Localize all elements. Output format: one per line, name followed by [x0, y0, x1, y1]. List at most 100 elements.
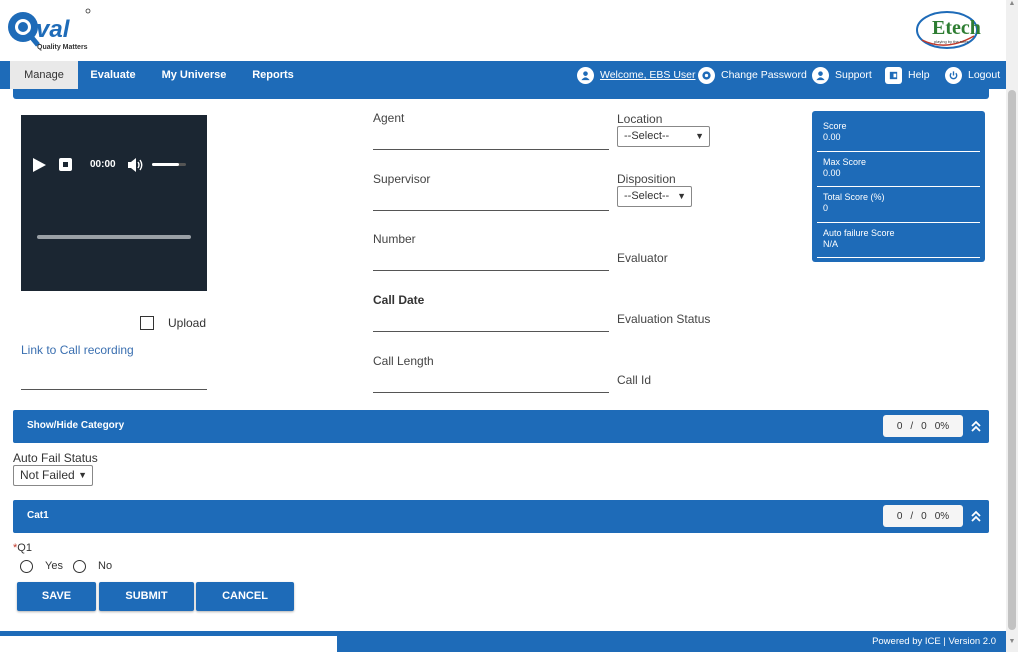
q1-yes-label: Yes — [45, 560, 63, 572]
welcome-text: Welcome, EBS User — [600, 69, 696, 81]
call-recording-link-input[interactable] — [21, 366, 207, 390]
upload-checkbox[interactable] — [140, 316, 154, 330]
change-password-text: Change Password — [721, 69, 807, 81]
auto-fail-status-label: Auto Fail Status — [13, 451, 98, 465]
show-hide-category-bar[interactable]: Show/Hide Category 0 / 0 0% — [13, 410, 989, 443]
etech-logo[interactable]: Etech playing by the rules — [916, 10, 982, 50]
location-select-value: --Select-- — [624, 130, 670, 142]
change-password-link[interactable]: Change Password — [698, 61, 807, 89]
auto-fail-status-select[interactable]: Not Failed ▼ — [13, 465, 93, 486]
progress-bar[interactable] — [37, 235, 191, 239]
supervisor-label: Supervisor — [373, 172, 431, 186]
auto-failure-label: Auto failure Score — [823, 227, 895, 238]
chevron-down-icon: ▼ — [695, 131, 704, 141]
collapse-chevron-icon[interactable] — [969, 418, 983, 434]
max-score-label: Max Score — [823, 156, 867, 167]
score-label: Score — [823, 121, 847, 131]
stop-icon — [63, 162, 68, 167]
cat1-pct: 0% — [934, 510, 950, 522]
qval-tagline: Quality Matters — [37, 44, 88, 51]
evaluation-status-label: Evaluation Status — [617, 312, 711, 326]
scroll-down-arrow-icon[interactable]: ▼ — [1006, 638, 1018, 652]
max-score-value: 0.00 — [823, 167, 841, 178]
help-book-icon — [885, 66, 902, 84]
cat1-bar[interactable]: Cat1 0 / 0 0% — [13, 500, 989, 533]
user-icon — [577, 66, 594, 84]
category-pct: 0% — [934, 420, 950, 432]
save-button[interactable]: SAVE — [17, 582, 96, 611]
call-length-label: Call Length — [373, 354, 434, 368]
nav-evaluate[interactable]: Evaluate — [84, 61, 142, 89]
footer-white-block — [0, 636, 337, 652]
q1-label: *Q1 — [13, 542, 32, 554]
etech-logo-text: Etech — [932, 17, 981, 39]
location-select[interactable]: --Select-- ▼ — [617, 126, 710, 147]
show-hide-category-title: Show/Hide Category — [27, 420, 125, 431]
total-score-row: Total Score (%) 0 — [817, 187, 980, 223]
support-link[interactable]: Support — [812, 61, 872, 89]
play-button[interactable] — [31, 157, 47, 173]
nav-manage[interactable]: Manage — [10, 61, 78, 89]
q1-text: Q1 — [17, 542, 32, 554]
audio-player: 00:00 — [21, 115, 207, 291]
score-value: 0.00 — [823, 132, 841, 142]
help-text: Help — [908, 69, 930, 81]
footer-text: Powered by ICE | Version 2.0 — [872, 636, 996, 647]
number-label: Number — [373, 232, 416, 246]
q1-no-label: No — [98, 560, 113, 572]
submit-button[interactable]: SUBMIT — [99, 582, 194, 611]
logout-text: Logout — [968, 69, 1001, 81]
call-id-label: Call Id — [617, 373, 652, 387]
gear-icon — [698, 66, 715, 84]
disposition-select[interactable]: --Select-- ▼ — [617, 186, 692, 207]
disposition-label: Disposition — [617, 172, 676, 186]
scroll-thumb[interactable] — [1008, 90, 1016, 630]
sub-navbar — [13, 89, 989, 99]
welcome-user-link[interactable]: Welcome, EBS User — [577, 61, 696, 89]
volume-button[interactable] — [127, 157, 145, 173]
call-length-input[interactable] — [373, 371, 609, 393]
q1-no-radio[interactable] — [73, 560, 86, 573]
link-to-call-recording[interactable]: Link to Call recording — [21, 343, 134, 357]
nav-my-universe[interactable]: My Universe — [158, 61, 230, 89]
call-date-input[interactable] — [373, 310, 609, 332]
chevron-down-icon: ▼ — [78, 470, 87, 480]
help-link[interactable]: Help — [885, 61, 930, 89]
collapse-chevron-icon[interactable] — [969, 508, 983, 524]
nav-reports[interactable]: Reports — [246, 61, 300, 89]
cat1-score-box: 0 / 0 0% — [883, 505, 963, 527]
cat1-max: 0 — [921, 510, 927, 522]
category-score-sep: / — [910, 420, 914, 432]
logout-link[interactable]: Logout — [945, 61, 1000, 89]
supervisor-input[interactable] — [373, 189, 609, 211]
vertical-scrollbar[interactable]: ▲ ▼ — [1006, 0, 1018, 652]
qval-logo[interactable]: val Quality Matters — [6, 7, 92, 55]
cat1-title: Cat1 — [27, 510, 49, 521]
chevron-down-icon: ▼ — [677, 191, 686, 201]
volume-slider[interactable] — [152, 163, 186, 166]
q1-yes-radio[interactable] — [20, 560, 33, 573]
support-text: Support — [835, 69, 872, 81]
play-icon — [33, 158, 46, 172]
score-panel: Score 0.00 Max Score 0.00 Total Score (%… — [812, 111, 985, 262]
svg-text:val: val — [36, 16, 71, 43]
player-time: 00:00 — [90, 159, 116, 170]
power-icon — [945, 66, 962, 84]
volume-fill — [152, 163, 180, 166]
cancel-button[interactable]: CANCEL — [196, 582, 294, 611]
app-header: val Quality Matters Etech playing by the… — [0, 0, 1006, 61]
upload-label: Upload — [168, 316, 207, 330]
disposition-select-value: --Select-- — [624, 190, 670, 202]
stop-button[interactable] — [59, 158, 72, 171]
agent-label: Agent — [373, 111, 405, 125]
max-score-row: Max Score 0.00 — [817, 152, 980, 187]
volume-icon — [128, 158, 143, 172]
auto-failure-row: Auto failure Score N/A — [817, 223, 980, 258]
score-row: Score 0.00 — [817, 116, 980, 152]
scroll-up-arrow-icon[interactable]: ▲ — [1006, 0, 1018, 14]
number-input[interactable] — [373, 249, 609, 271]
evaluator-label: Evaluator — [617, 251, 668, 265]
agent-input[interactable] — [373, 128, 609, 150]
total-score-value: 0 — [823, 203, 829, 213]
cat1-score-sep: / — [910, 510, 914, 522]
